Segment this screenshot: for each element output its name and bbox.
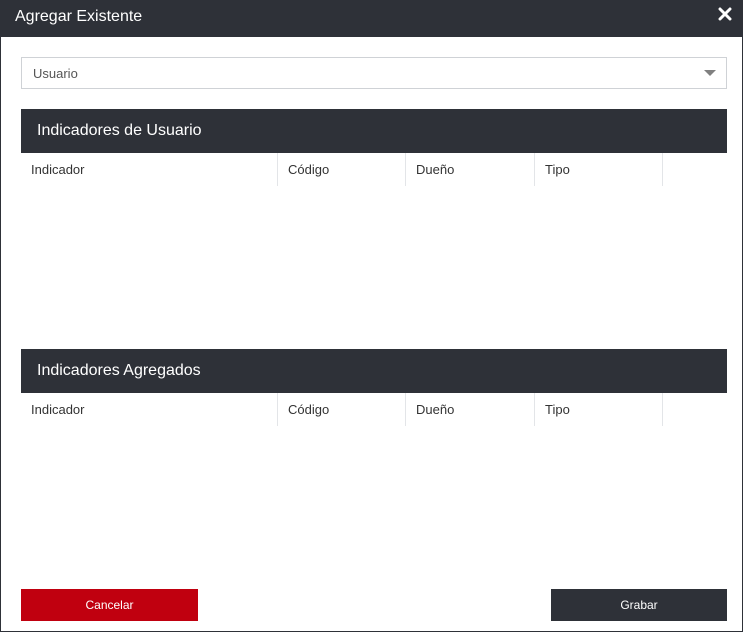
user-indicators-table-body [21, 186, 727, 346]
column-header-type[interactable]: Tipo [535, 153, 663, 186]
user-indicators-table-header: Indicador Código Dueño Tipo [21, 153, 727, 186]
chevron-down-icon [704, 70, 716, 76]
column-header-owner[interactable]: Dueño [406, 393, 535, 426]
column-header-code[interactable]: Código [278, 393, 406, 426]
close-icon[interactable] [718, 7, 732, 21]
dialog-title: Agregar Existente [15, 8, 143, 25]
column-header-indicator[interactable]: Indicador [21, 393, 278, 426]
dialog-titlebar: Agregar Existente [1, 1, 742, 37]
user-indicators-header: Indicadores de Usuario [21, 109, 727, 153]
added-indicators-title: Indicadores Agregados [37, 362, 201, 379]
cancel-button[interactable]: Cancelar [21, 589, 198, 621]
added-indicators-table-body [21, 426, 727, 581]
column-header-code[interactable]: Código [278, 153, 406, 186]
column-header-type[interactable]: Tipo [535, 393, 663, 426]
column-header-owner[interactable]: Dueño [406, 153, 535, 186]
user-indicators-title: Indicadores de Usuario [37, 122, 202, 139]
added-indicators-table-header: Indicador Código Dueño Tipo [21, 393, 727, 426]
column-header-indicator[interactable]: Indicador [21, 153, 278, 186]
save-button[interactable]: Grabar [551, 589, 727, 621]
add-existing-dialog: Agregar Existente Usuario Indicadores de… [0, 0, 743, 632]
user-select-value: Usuario [33, 66, 78, 81]
added-indicators-header: Indicadores Agregados [21, 349, 727, 393]
user-select[interactable]: Usuario [21, 57, 727, 89]
